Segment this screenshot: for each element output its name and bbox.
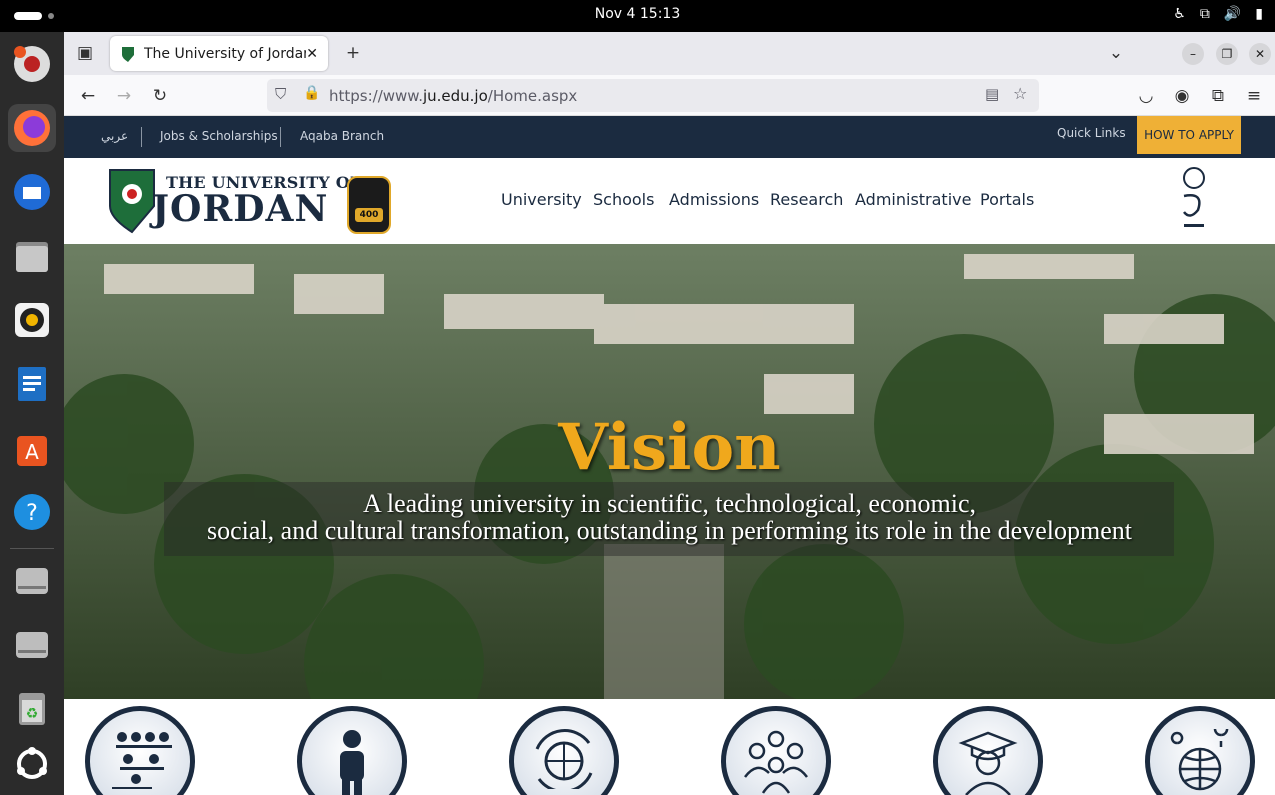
close-tab-icon[interactable]: ✕ bbox=[306, 46, 318, 62]
drive-icon[interactable] bbox=[8, 620, 56, 668]
account-icon[interactable]: ◉ bbox=[1169, 83, 1195, 109]
firefox-icon[interactable] bbox=[8, 104, 56, 152]
aqaba-link[interactable]: Aqaba Branch bbox=[300, 129, 384, 143]
drive-icon[interactable] bbox=[8, 556, 56, 604]
help-icon[interactable]: ? bbox=[8, 488, 56, 536]
menu-administrative[interactable]: Administrative bbox=[855, 190, 971, 209]
menu-admissions[interactable]: Admissions bbox=[669, 190, 759, 209]
svg-text:A: A bbox=[25, 440, 39, 464]
extensions-icon[interactable]: ⧉ bbox=[1205, 83, 1231, 109]
svg-text:?: ? bbox=[26, 501, 38, 526]
battery-icon[interactable]: ▮ bbox=[1255, 6, 1263, 22]
menu-research[interactable]: Research bbox=[770, 190, 843, 209]
volume-icon[interactable]: 🔊 bbox=[1224, 6, 1241, 22]
app-center-icon[interactable]: A bbox=[8, 424, 56, 472]
minimize-icon[interactable]: – bbox=[1182, 43, 1204, 65]
quick-links-button[interactable]: Quick Links bbox=[1057, 126, 1126, 140]
system-clock[interactable]: Nov 4 15:13 bbox=[0, 6, 1275, 22]
url-text[interactable]: https://www.ju.edu.jo/Home.aspx bbox=[329, 87, 577, 105]
globe-locations-icon[interactable] bbox=[1145, 706, 1255, 795]
badge-number: 400 bbox=[355, 208, 383, 222]
address-bar[interactable]: ⛉ 🔒 https://www.ju.edu.jo/Home.aspx ▤ ☆ bbox=[267, 79, 1039, 112]
reader-view-icon[interactable]: ▤ bbox=[985, 85, 999, 103]
student-icon[interactable] bbox=[297, 706, 407, 795]
show-apps-icon[interactable] bbox=[8, 740, 56, 788]
brand-line2[interactable]: JORDAN bbox=[152, 188, 328, 230]
ranking-badge: 400 bbox=[347, 176, 391, 234]
arabic-link[interactable]: عربي bbox=[101, 129, 128, 143]
rhythmbox-icon[interactable] bbox=[8, 296, 56, 344]
menu-schools[interactable]: Schools bbox=[593, 190, 654, 209]
feature-icons-row bbox=[64, 699, 1275, 795]
tab-bar: ▣ The University of Jordan ✕ + ⌄ – ❐ ✕ bbox=[64, 32, 1275, 75]
menu-university[interactable]: University bbox=[501, 190, 582, 209]
writer-icon[interactable] bbox=[8, 360, 56, 408]
hero-title: Vision bbox=[558, 410, 781, 485]
svg-text:♻: ♻ bbox=[26, 706, 39, 722]
files-icon[interactable] bbox=[8, 232, 56, 280]
classroom-icon[interactable] bbox=[85, 706, 195, 795]
dock: A ? ♻ bbox=[0, 32, 64, 795]
hero-caption-line1: A leading university in scientific, tech… bbox=[363, 489, 976, 518]
disk-analyzer-icon[interactable] bbox=[8, 40, 56, 88]
utility-bar: عربي Jobs & Scholarships Aqaba Branch Qu… bbox=[64, 116, 1275, 158]
global-exchange-icon[interactable] bbox=[509, 706, 619, 795]
pocket-icon[interactable]: ◡ bbox=[1133, 83, 1159, 109]
network-icon[interactable]: ⧉ bbox=[1200, 6, 1210, 22]
dock-separator bbox=[10, 548, 54, 549]
community-icon[interactable] bbox=[721, 706, 831, 795]
lock-icon[interactable]: 🔒 bbox=[303, 85, 320, 101]
accessibility-icon[interactable]: ♿ bbox=[1173, 6, 1186, 22]
system-tray[interactable]: ♿ ⧉ 🔊 ▮ bbox=[1173, 6, 1263, 22]
trash-icon[interactable]: ♻ bbox=[8, 684, 56, 732]
tab-title: The University of Jordan bbox=[144, 45, 307, 62]
maximize-icon[interactable]: ❐ bbox=[1216, 43, 1238, 65]
jobs-link[interactable]: Jobs & Scholarships bbox=[160, 129, 278, 143]
university-crest-icon[interactable] bbox=[106, 166, 158, 234]
menu-icon[interactable]: ≡ bbox=[1241, 83, 1267, 109]
divider bbox=[280, 127, 281, 147]
divider bbox=[141, 127, 142, 147]
webpage: عربي Jobs & Scholarships Aqaba Branch Qu… bbox=[64, 116, 1275, 795]
thunderbird-icon[interactable] bbox=[8, 168, 56, 216]
close-window-icon[interactable]: ✕ bbox=[1249, 43, 1271, 65]
menu-portals[interactable]: Portals bbox=[980, 190, 1034, 209]
how-to-apply-button[interactable]: HOW TO APPLY bbox=[1137, 116, 1241, 154]
reload-icon[interactable]: ↻ bbox=[147, 83, 173, 109]
navigation-toolbar: ← → ↻ ⛉ 🔒 https://www.ju.edu.jo/Home.asp… bbox=[64, 75, 1275, 116]
hero-banner: Vision A leading university in scientifi… bbox=[64, 244, 1275, 699]
hero-caption-line2: social, and cultural transformation, out… bbox=[207, 516, 1132, 545]
bookmark-star-icon[interactable]: ☆ bbox=[1013, 84, 1027, 103]
site-header: THE UNIVERSITY OF JORDAN 400 University … bbox=[64, 158, 1275, 244]
back-icon[interactable]: ← bbox=[75, 83, 101, 109]
tab-list-chevron-icon[interactable]: ⌄ bbox=[1103, 40, 1129, 66]
browser-window: ▣ The University of Jordan ✕ + ⌄ – ❐ ✕ ←… bbox=[64, 32, 1275, 795]
browser-tab[interactable]: The University of Jordan ✕ bbox=[110, 36, 328, 71]
new-tab-icon[interactable]: + bbox=[340, 40, 366, 66]
anniversary-emblem-icon bbox=[1183, 167, 1205, 227]
forward-icon[interactable]: → bbox=[111, 83, 137, 109]
graduate-icon[interactable] bbox=[933, 706, 1043, 795]
system-top-bar: Nov 4 15:13 ♿ ⧉ 🔊 ▮ bbox=[0, 0, 1275, 32]
tracking-shield-icon[interactable]: ⛉ bbox=[275, 85, 286, 103]
tab-overview-icon[interactable]: ▣ bbox=[72, 40, 98, 66]
site-favicon-icon bbox=[122, 46, 134, 62]
